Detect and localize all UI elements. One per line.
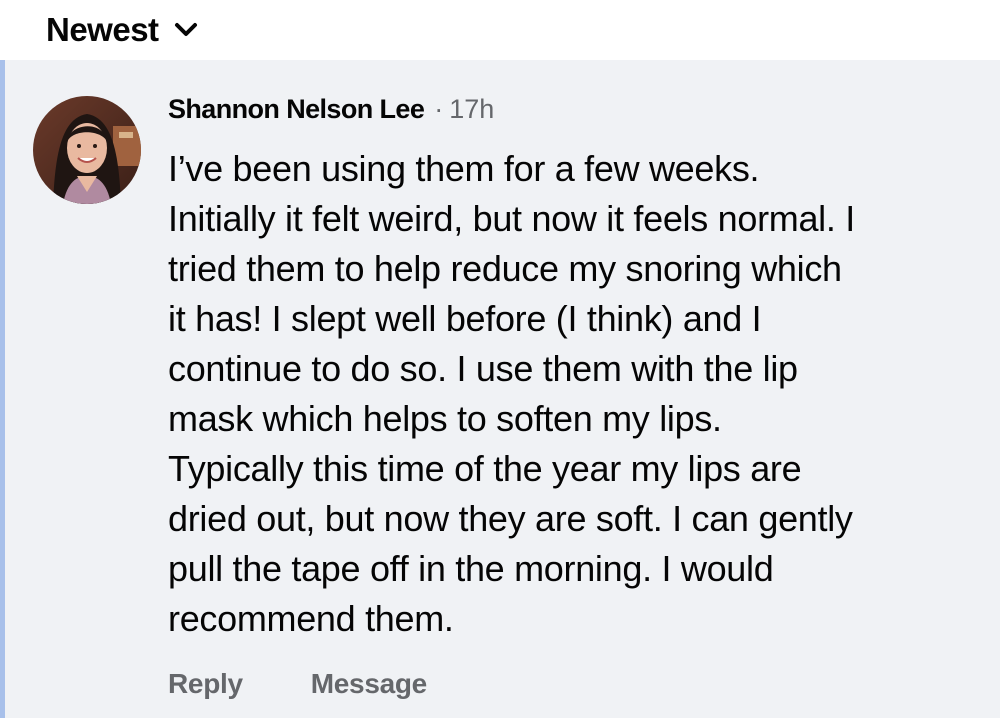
thread-accent-bar <box>0 60 5 718</box>
sort-bar: Newest <box>0 0 1000 60</box>
sort-dropdown[interactable]: Newest <box>46 8 199 52</box>
chevron-down-icon <box>174 23 197 36</box>
message-button[interactable]: Message <box>311 668 428 700</box>
author-name[interactable]: Shannon Nelson Lee <box>168 94 425 125</box>
avatar[interactable] <box>33 96 141 204</box>
avatar-image <box>33 96 141 204</box>
sort-label: Newest <box>46 11 159 48</box>
comments-page: Newest Shannon Nelson Lee · 17h I’ve bee… <box>0 0 1000 718</box>
comment-actions: Reply Message <box>168 668 427 700</box>
separator-dot: · <box>434 94 444 124</box>
reply-button[interactable]: Reply <box>168 668 243 700</box>
comment: Shannon Nelson Lee · 17h I’ve been using… <box>0 60 1000 718</box>
timestamp[interactable]: 17h <box>449 94 494 125</box>
comment-text: I’ve been using them for a few weeks. In… <box>168 148 855 639</box>
comment-header: Shannon Nelson Lee · 17h <box>168 94 494 125</box>
